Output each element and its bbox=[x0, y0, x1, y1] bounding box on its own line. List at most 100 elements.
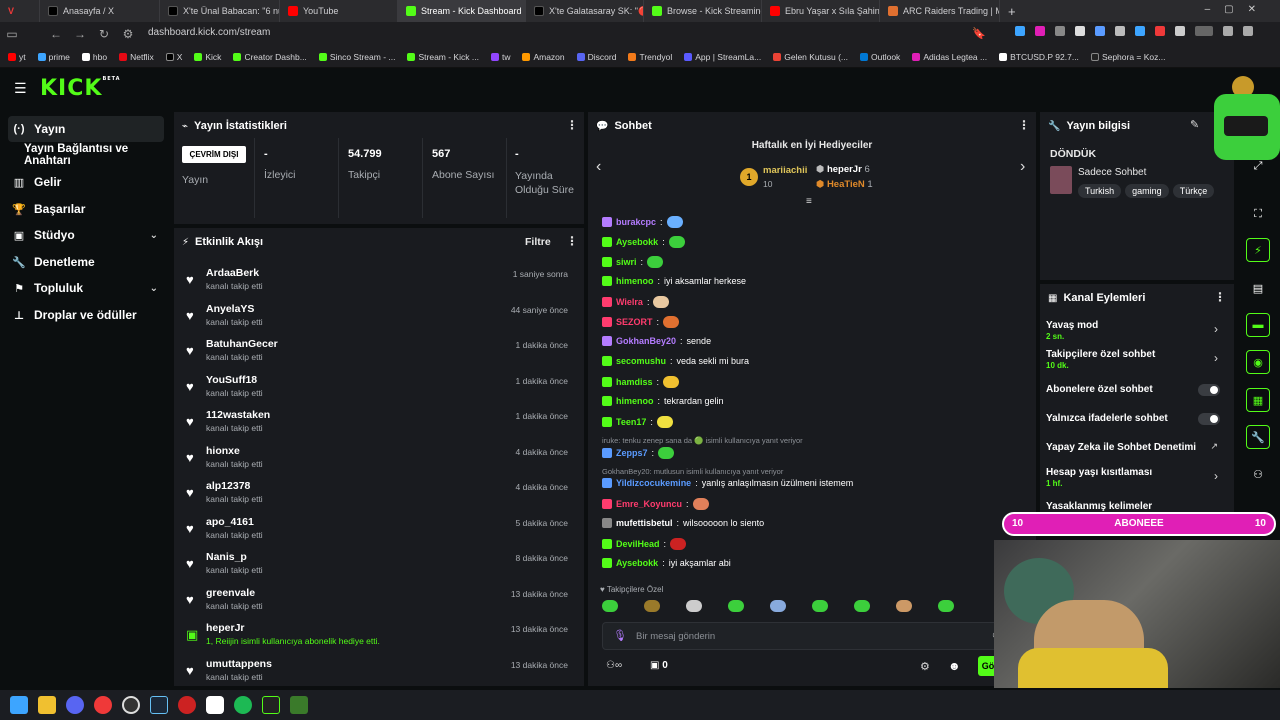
browser-tab[interactable]: X'te Ünal Babacan: "6 num bbox=[160, 0, 280, 22]
activity-username[interactable]: 112wastaken bbox=[206, 409, 270, 421]
windows-start-icon[interactable] bbox=[10, 696, 28, 714]
chat-emote[interactable] bbox=[663, 316, 680, 328]
chat-emote[interactable] bbox=[670, 538, 687, 550]
activity-row[interactable]: ♥ BatuhanGecer kanalı takip etti 1 dakika ö… bbox=[174, 335, 578, 371]
subscribers-only-toggle[interactable] bbox=[1198, 384, 1220, 396]
url-field[interactable]: dashboard.kick.com/stream bbox=[148, 27, 270, 38]
chevron-right-icon[interactable]: › bbox=[1020, 158, 1025, 176]
chat-emote[interactable] bbox=[656, 416, 673, 428]
obs-icon[interactable] bbox=[122, 696, 140, 714]
activity-row[interactable]: ♥ ArdaaBerk kanalı takip etti 1 saniye sonr… bbox=[174, 264, 578, 300]
sidebar-item-denetleme[interactable]: 🔧 Denetleme bbox=[8, 249, 164, 275]
chat-emote[interactable] bbox=[668, 236, 685, 248]
category-name[interactable]: Sadece Sohbet bbox=[1078, 167, 1146, 178]
fullscreen-icon[interactable]: ⛶ bbox=[1246, 202, 1270, 226]
chat-username[interactable]: Aysebokk bbox=[616, 558, 658, 568]
chat-username[interactable]: Emre_Koyuncu bbox=[616, 499, 682, 509]
activity-row[interactable]: ♥ alp12378 kanalı takip etti 4 dakika önce bbox=[174, 477, 578, 513]
share-icon[interactable]: ⚇ bbox=[1246, 462, 1270, 486]
chat-username[interactable]: Aysebokk bbox=[616, 237, 658, 247]
bookmark-icon[interactable]: 🔖 bbox=[972, 27, 986, 40]
activity-row[interactable]: ♥ Nanis_p kanalı takip etti 8 dakika önce bbox=[174, 548, 578, 584]
chat-username[interactable]: himenoo bbox=[616, 276, 654, 286]
chat-input[interactable]: 🎙 Bir mesaj gönderin ☺ bbox=[602, 622, 1001, 650]
chat-username[interactable]: burakcpc bbox=[616, 217, 656, 227]
bookmark-item[interactable]: Adidas Legtea ... bbox=[912, 52, 987, 62]
steam-icon[interactable] bbox=[150, 696, 168, 714]
kebab-menu-icon[interactable]: ⋮ bbox=[566, 234, 578, 248]
quick-action-lightning-icon[interactable]: ⚡ bbox=[1246, 238, 1270, 262]
sidebar-item-gelir[interactable]: ▥ Gelir bbox=[8, 169, 164, 195]
bookmark-item[interactable]: Stream - Kick ... bbox=[407, 52, 479, 62]
activity-username[interactable]: alp12378 bbox=[206, 480, 250, 492]
bookmark-item[interactable]: Sinco Stream - ... bbox=[318, 52, 395, 62]
chat-username[interactable]: GokhanBey20 bbox=[616, 336, 676, 346]
gifter-name[interactable]: ⬢ HeaTieN 1 bbox=[816, 179, 873, 190]
new-tab-button[interactable]: + bbox=[1000, 0, 1028, 22]
bookmark-item[interactable]: Amazon bbox=[522, 52, 565, 62]
category-thumbnail[interactable] bbox=[1050, 166, 1072, 194]
activity-username[interactable]: apo_4161 bbox=[206, 516, 254, 528]
activity-username[interactable]: greenvale bbox=[206, 587, 255, 599]
activity-row[interactable]: ♥ hionxe kanalı takip etti 4 dakika önce bbox=[174, 442, 578, 478]
vivaldi-icon[interactable] bbox=[94, 696, 112, 714]
bookmark-item[interactable]: prime bbox=[37, 52, 70, 62]
bookmark-item[interactable]: Trendyol bbox=[628, 52, 672, 62]
sidebar-toggle-icon[interactable]: ▭ bbox=[0, 27, 24, 41]
ai-moderation-row[interactable]: Yapay Zeka ile Sohbet Denetimi ↗ bbox=[1046, 441, 1230, 453]
gifter-name[interactable]: ⬢ heperJr 6 bbox=[816, 164, 870, 175]
bookmark-item[interactable]: Netflix bbox=[119, 52, 154, 62]
bookmark-item[interactable]: Sephora = Koz... bbox=[1090, 52, 1166, 62]
chat-emote[interactable] bbox=[666, 216, 683, 228]
account-age-row[interactable]: Hesap yaşı kısıtlaması 1 hf. › bbox=[1046, 467, 1230, 488]
discord-icon[interactable] bbox=[66, 696, 84, 714]
quick-action-broadcast-icon[interactable]: ◉ bbox=[1246, 350, 1270, 374]
microphone-icon[interactable]: 🎙 bbox=[613, 629, 627, 642]
file-explorer-icon[interactable] bbox=[38, 696, 56, 714]
sidebar-item-yayin[interactable]: (·) Yayın bbox=[8, 116, 164, 142]
sidebar-item-studyo[interactable]: ▣ Stüdyo ⌄ bbox=[8, 222, 164, 248]
bookmark-item[interactable]: Discord bbox=[576, 52, 616, 62]
browser-menu-button[interactable]: V bbox=[0, 0, 40, 22]
browser-tab-active[interactable]: Stream - Kick Dashboard bbox=[398, 0, 526, 22]
chat-username[interactable]: SEZORT bbox=[616, 317, 653, 327]
bookmark-item[interactable]: Gelen Kutusu (... bbox=[773, 52, 848, 62]
clipboard-icon[interactable]: ▤ bbox=[1246, 276, 1270, 300]
activity-username[interactable]: AnyelaYS bbox=[206, 303, 254, 315]
kick-logo[interactable]: KICKBETA bbox=[40, 76, 121, 101]
bookmark-item[interactable]: BTCUSD.P 92.7... bbox=[999, 52, 1079, 62]
filter-button[interactable]: Filtre bbox=[525, 236, 551, 248]
emote-bar[interactable] bbox=[602, 600, 954, 612]
chat-username[interactable]: DevilHead bbox=[616, 539, 660, 549]
app-icon[interactable] bbox=[206, 696, 224, 714]
chat-username[interactable]: secomushu bbox=[616, 356, 666, 366]
activity-row[interactable]: ▣ heperJr 1, Reiijin isimli kullanıcıya ab… bbox=[174, 619, 578, 655]
popout-icon[interactable]: ⤢ bbox=[1246, 154, 1270, 178]
window-controls[interactable]: –▢✕ bbox=[1205, 4, 1270, 15]
forward-icon[interactable]: → bbox=[68, 27, 92, 41]
followers-only-row[interactable]: Takipçilere özel sohbet 10 dk. › bbox=[1046, 349, 1230, 370]
hamburger-menu-icon[interactable]: ☰ bbox=[14, 80, 27, 97]
settings-icon[interactable]: ⚙ bbox=[920, 660, 930, 673]
sidebar-item-basarilar[interactable]: 🏆 Başarılar bbox=[8, 196, 164, 222]
chat-emote[interactable] bbox=[692, 498, 709, 510]
chat-emote[interactable] bbox=[658, 447, 675, 459]
quick-action-wrench-icon[interactable]: 🔧 bbox=[1246, 425, 1270, 449]
activity-username[interactable]: BatuhanGecer bbox=[206, 338, 278, 350]
activity-username[interactable]: umuttappens bbox=[206, 658, 272, 670]
bookmark-item[interactable]: Kick bbox=[194, 52, 221, 62]
quick-action-layout-icon[interactable]: ▦ bbox=[1246, 388, 1270, 412]
quick-action-chat-icon[interactable]: ▬ bbox=[1246, 313, 1270, 337]
chat-username[interactable]: Zepps7 bbox=[616, 448, 648, 458]
chat-emote[interactable] bbox=[663, 376, 680, 388]
channel-points-icon[interactable]: ⚇∞ bbox=[606, 660, 622, 671]
kebab-menu-icon[interactable]: ⋮ bbox=[566, 118, 578, 132]
bookmark-item[interactable]: X bbox=[165, 52, 182, 62]
sidebar-item-topluluk[interactable]: ⚑ Topluluk ⌄ bbox=[8, 275, 164, 301]
chevron-left-icon[interactable]: ‹ bbox=[596, 158, 601, 176]
activity-row[interactable]: ♥ YouSuff18 kanalı takip etti 1 dakika önce bbox=[174, 371, 578, 407]
chat-username[interactable]: Wielra bbox=[616, 297, 643, 307]
back-icon[interactable]: ← bbox=[44, 27, 68, 41]
bookmark-item[interactable]: hbo bbox=[81, 52, 107, 62]
chat-username[interactable]: hamdiss bbox=[616, 377, 653, 387]
